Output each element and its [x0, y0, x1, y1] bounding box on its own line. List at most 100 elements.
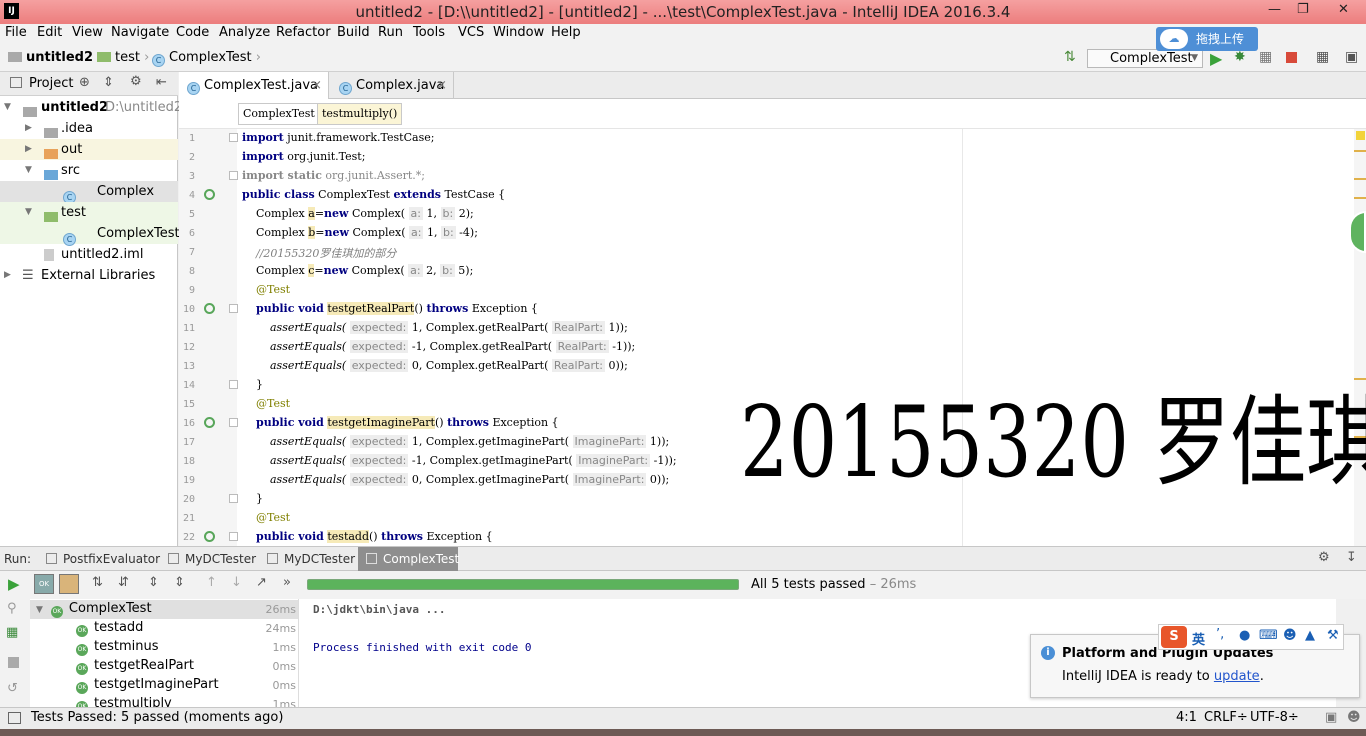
- export-icon[interactable]: ↗: [256, 575, 267, 590]
- fold-icon[interactable]: [229, 380, 238, 389]
- more-icon[interactable]: »: [283, 575, 291, 590]
- toggle-auto-test-icon[interactable]: ↺: [7, 681, 18, 696]
- tree-item-idea[interactable]: ▶ .idea: [0, 118, 178, 139]
- menu-edit[interactable]: Edit: [37, 25, 62, 40]
- gear-icon[interactable]: ⚙: [130, 74, 142, 89]
- run-test-icon[interactable]: [204, 303, 215, 314]
- breadcrumb-test[interactable]: test ›: [97, 50, 149, 65]
- run-test-icon[interactable]: [204, 531, 215, 542]
- run-icon[interactable]: ▶: [1210, 49, 1222, 68]
- coverage-icon[interactable]: ▦: [1259, 49, 1272, 65]
- crumb-method[interactable]: testmultiply(): [317, 103, 403, 125]
- wrench-icon[interactable]: ⚒: [1327, 628, 1339, 643]
- crumb-class[interactable]: ComplexTest: [238, 103, 320, 125]
- close-icon[interactable]: ✕: [1338, 2, 1349, 17]
- tree-item-src[interactable]: ▼ src: [0, 160, 178, 181]
- fold-icon[interactable]: [229, 532, 238, 541]
- menu-analyze[interactable]: Analyze: [219, 25, 270, 40]
- tree-item-complextest[interactable]: C ComplexTest: [0, 223, 180, 246]
- test-suite[interactable]: ▼ OK ComplexTest: [36, 601, 152, 618]
- tree-item-out[interactable]: ▶ out: [0, 139, 178, 160]
- update-link[interactable]: update: [1214, 669, 1260, 684]
- user-icon[interactable]: ☻: [1283, 628, 1297, 643]
- rerun-failed-icon[interactable]: ▦: [6, 625, 18, 640]
- expand-all-icon[interactable]: ⇕: [148, 575, 159, 590]
- file-encoding[interactable]: UTF-8÷: [1250, 710, 1299, 725]
- tree-item-complex[interactable]: C Complex: [0, 181, 178, 204]
- menu-help[interactable]: Help: [551, 25, 581, 40]
- sort-duration-icon[interactable]: ⇵: [118, 575, 129, 590]
- microphone-icon[interactable]: ●: [1239, 628, 1250, 643]
- sdk-icon[interactable]: ▣: [1345, 49, 1358, 65]
- test-item[interactable]: OK testadd: [76, 620, 143, 637]
- skin-icon[interactable]: ▲: [1305, 628, 1315, 643]
- tab-mydctester[interactable]: MyDCTester: [160, 547, 256, 571]
- rerun-icon[interactable]: ▶: [8, 575, 20, 593]
- gear-icon[interactable]: ⚙: [1318, 550, 1330, 565]
- menu-view[interactable]: View: [72, 25, 103, 40]
- close-icon[interactable]: ×: [436, 72, 447, 99]
- minimize-icon[interactable]: —: [1268, 2, 1281, 17]
- project-structure-icon[interactable]: ▦: [1316, 49, 1329, 65]
- tree-item-iml[interactable]: untitled2.iml: [0, 244, 178, 265]
- caret-position[interactable]: 4:1: [1176, 710, 1197, 725]
- tree-item-test[interactable]: ▼ test: [0, 202, 178, 223]
- fold-icon[interactable]: [229, 304, 238, 313]
- lock-icon[interactable]: ▣: [1325, 710, 1337, 725]
- menu-tools[interactable]: Tools: [413, 25, 445, 40]
- toggle-tool-windows-icon[interactable]: [8, 712, 21, 724]
- upload-button[interactable]: ☁ 拖拽上传: [1156, 27, 1258, 51]
- tree-item-external-libraries[interactable]: ▶ ☰ External Libraries: [0, 265, 178, 286]
- maximize-icon[interactable]: ❐: [1297, 2, 1309, 17]
- run-test-icon[interactable]: [204, 417, 215, 428]
- stop-icon[interactable]: [1286, 52, 1297, 63]
- test-item[interactable]: OK testgetRealPart: [76, 658, 194, 675]
- tab-complextest[interactable]: ComplexTest: [358, 547, 459, 571]
- run-configuration-select[interactable]: ComplexTest ▼: [1087, 49, 1203, 68]
- ime-mode[interactable]: 英: [1192, 629, 1205, 648]
- next-failed-icon[interactable]: ↓: [231, 575, 242, 590]
- sort-alpha-icon[interactable]: ⇅: [92, 575, 103, 590]
- close-icon[interactable]: ×: [311, 72, 322, 99]
- collapse-all-icon[interactable]: ⇕: [103, 75, 114, 90]
- fold-icon[interactable]: [229, 494, 238, 503]
- inspector-icon[interactable]: ☻: [1347, 710, 1361, 725]
- debug-icon[interactable]: ✸: [1234, 49, 1246, 65]
- pin-icon[interactable]: ⚲: [7, 601, 17, 616]
- tab-mydctester-2[interactable]: MyDCTester: [259, 547, 355, 571]
- line-separator[interactable]: CRLF÷: [1204, 710, 1248, 725]
- tree-item-untitled2[interactable]: ▼ untitled2 D:\untitled2: [0, 97, 182, 118]
- fold-icon[interactable]: [229, 418, 238, 427]
- fold-icon[interactable]: [229, 133, 238, 142]
- run-class-icon[interactable]: [204, 189, 215, 200]
- menu-file[interactable]: File: [5, 25, 27, 40]
- build-icon[interactable]: ⇅: [1064, 49, 1076, 65]
- tab-postfixevaluator[interactable]: PostfixEvaluator: [38, 547, 160, 571]
- punctuation-icon[interactable]: ’,: [1216, 627, 1224, 642]
- menu-build[interactable]: Build: [337, 25, 370, 40]
- menu-refactor[interactable]: Refactor: [276, 25, 331, 40]
- show-ignored-icon[interactable]: [59, 574, 79, 594]
- hide-panel-icon[interactable]: ⇤: [156, 75, 167, 90]
- fold-icon[interactable]: [229, 171, 238, 180]
- collapse-all-icon[interactable]: ⇕: [174, 575, 185, 590]
- project-view-label[interactable]: Project: [29, 76, 73, 91]
- tab-complex-java[interactable]: C Complex.java ×: [331, 72, 454, 99]
- menu-vcs[interactable]: VCS: [458, 25, 484, 40]
- breadcrumb-project[interactable]: untitled2 ›: [8, 50, 103, 65]
- menu-window[interactable]: Window: [493, 25, 544, 40]
- menu-run[interactable]: Run: [378, 25, 403, 40]
- hide-panel-icon[interactable]: ↧: [1346, 550, 1357, 565]
- stop-icon[interactable]: [8, 657, 19, 668]
- menu-code[interactable]: Code: [176, 25, 209, 40]
- test-item[interactable]: OK testmultiply: [76, 696, 172, 707]
- keyboard-icon[interactable]: ⌨: [1259, 628, 1278, 643]
- breadcrumb-class[interactable]: C ComplexTest ›: [152, 50, 261, 67]
- test-item[interactable]: OK testminus: [76, 639, 159, 656]
- sogou-logo-icon[interactable]: S: [1161, 626, 1187, 648]
- target-icon[interactable]: ⊕: [79, 75, 90, 90]
- test-item[interactable]: OK testgetImaginePart: [76, 677, 219, 694]
- tab-complextest-java[interactable]: C ComplexTest.java ×: [179, 72, 329, 99]
- menu-navigate[interactable]: Navigate: [111, 25, 169, 40]
- show-passed-icon[interactable]: OK: [34, 574, 54, 594]
